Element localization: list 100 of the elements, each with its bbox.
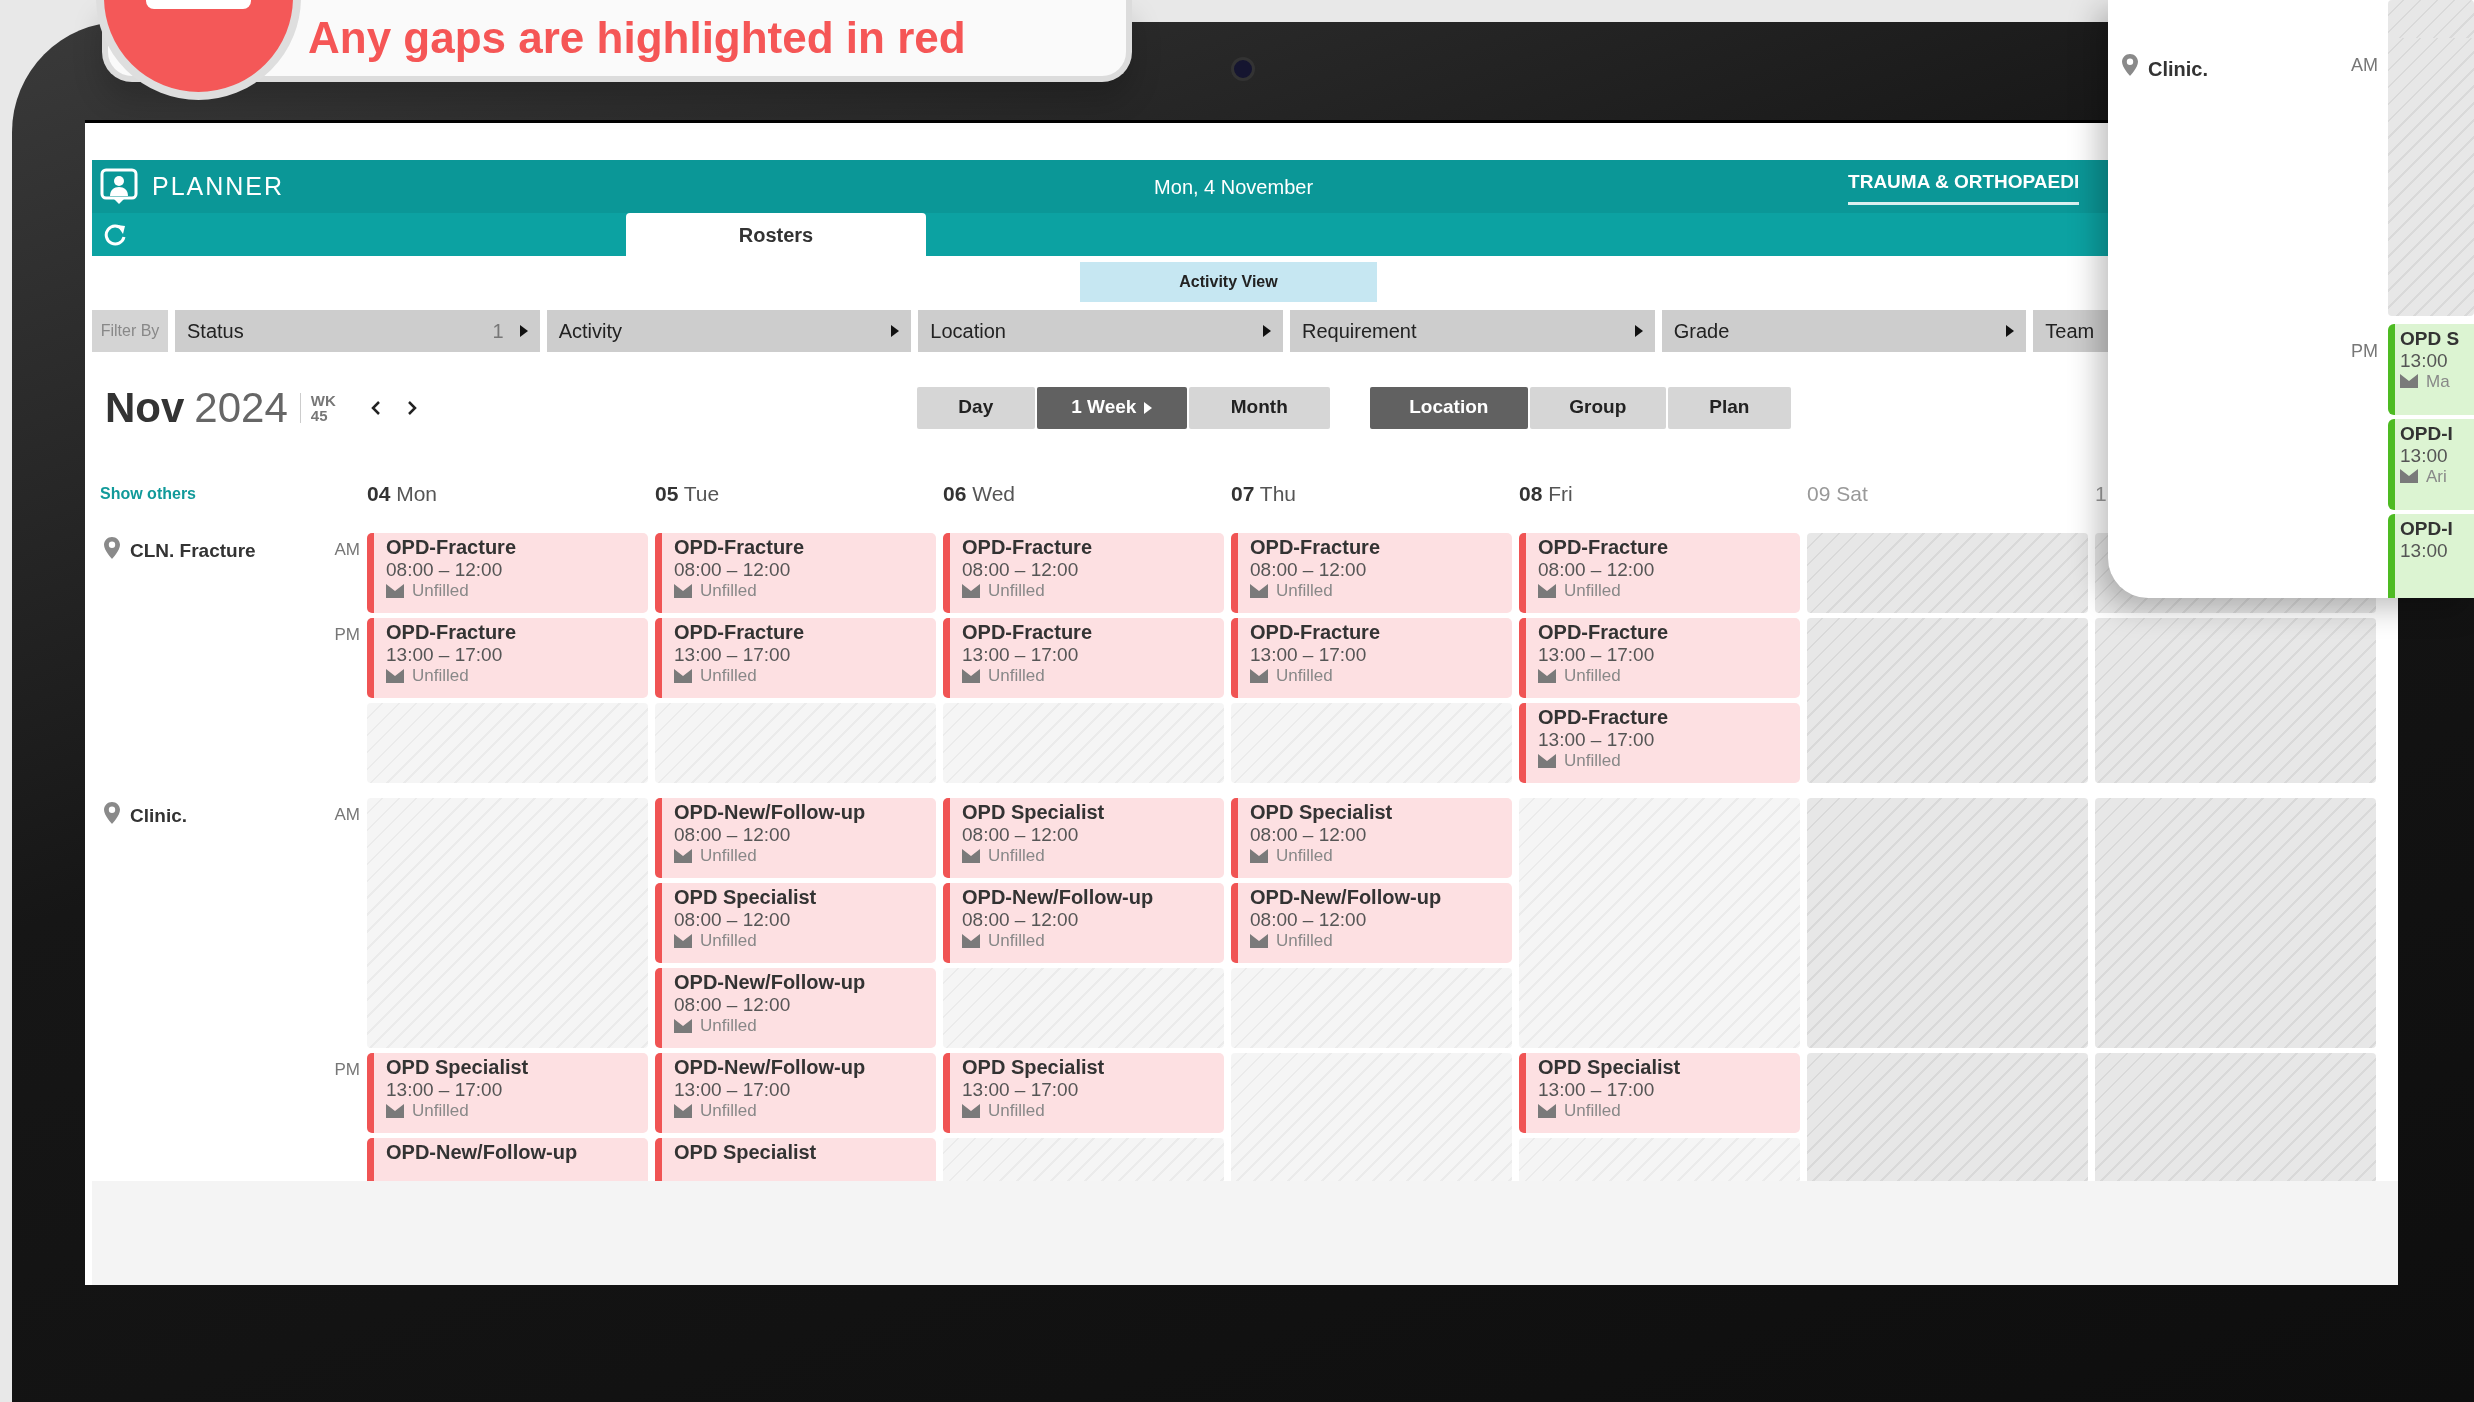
shift-card[interactable]: OPD S 13:00 Ma [2388, 324, 2474, 415]
shift-card[interactable]: OPD-New/Follow-up 08:00 – 12:00 Unfilled [943, 883, 1224, 963]
shift-title: OPD-Fracture [962, 536, 1094, 559]
day-header: 06 Wed [943, 481, 1016, 507]
shift-card[interactable]: OPD-Fracture 13:00 – 17:00 Unfilled [943, 618, 1224, 698]
envelope-icon [1538, 583, 1556, 598]
rosters-tab[interactable]: Rosters [626, 213, 926, 256]
envelope-icon [2400, 469, 2418, 484]
shift-status: Unfilled [988, 930, 1045, 951]
shift-card[interactable]: OPD-Fracture 08:00 – 12:00 Unfilled [1231, 533, 1512, 613]
shift-card[interactable]: OPD-New/Follow-up 13:00 – 17:00 Unfilled [655, 1053, 936, 1133]
shift-status: Unfilled [1564, 580, 1621, 601]
shift-status: Ma [2426, 371, 2450, 392]
next-button[interactable] [405, 399, 418, 416]
shift-title: OPD-I [2400, 423, 2454, 445]
shift-card[interactable]: OPD-Fracture 08:00 – 12:00 Unfilled [655, 533, 936, 613]
shift-time: 13:00 – 17:00 [1538, 644, 1656, 666]
location-name: CLN. Fracture [130, 539, 256, 563]
period-label: PM [2351, 341, 2378, 361]
shift-card[interactable]: OPD Specialist 13:00 – 17:00 Unfilled [367, 1053, 648, 1133]
shift-title: OPD Specialist [674, 886, 818, 909]
shift-card[interactable]: OPD-Fracture 08:00 – 12:00 Unfilled [943, 533, 1224, 613]
shift-card[interactable]: OPD-Fracture 13:00 – 17:00 Unfilled [1519, 618, 1800, 698]
shift-title: OPD-I [2400, 518, 2454, 540]
shift-status: Unfilled [1564, 1100, 1621, 1121]
shift-time: 08:00 – 12:00 [1250, 559, 1368, 581]
caret-icon [1144, 401, 1153, 414]
shift-card[interactable]: OPD-Fracture 13:00 – 17:00 Unfilled [367, 618, 648, 698]
group-by-button[interactable]: Plan [1667, 386, 1791, 429]
envelope-icon [674, 1103, 692, 1118]
department-tab[interactable]: TRAUMA & ORTHOPAEDI [1848, 167, 2080, 206]
shift-card[interactable]: OPD-New/Follow-up 08:00 – 12:00 Unfilled [1231, 883, 1512, 963]
group-by-button[interactable]: Group [1529, 386, 1666, 429]
refresh-icon[interactable] [104, 222, 128, 247]
location-name: Clinic. [2148, 57, 2208, 82]
day-header: 04 Mon [367, 481, 439, 507]
shift-time: 08:00 – 12:00 [1538, 559, 1656, 581]
shift-title: OPD-New/Follow-up [962, 886, 1155, 909]
envelope-icon [1250, 668, 1268, 683]
callout-text: Any gaps are highlighted in red [308, 12, 966, 64]
shift-card[interactable]: OPD-I 13:00 [2388, 514, 2474, 598]
shift-time: 13:00 – 17:00 [674, 1079, 792, 1101]
filter-dropdown[interactable]: Activity [546, 310, 912, 352]
shift-card[interactable]: OPD-Fracture 13:00 – 17:00 Unfilled [655, 618, 936, 698]
shift-card[interactable]: OPD-New/Follow-up 08:00 – 12:00 Unfilled [655, 968, 936, 1048]
shift-card[interactable]: OPD Specialist 08:00 – 12:00 Unfilled [1231, 798, 1512, 878]
shift-title: OPD S [2400, 328, 2461, 350]
shift-card[interactable]: OPD Specialist 13:00 – 17:00 Unfilled [943, 1053, 1224, 1133]
shift-title: OPD Specialist [962, 1056, 1106, 1079]
shift-status: Unfilled [1276, 930, 1333, 951]
envelope-icon [386, 668, 404, 683]
shift-card[interactable]: OPD-New/Follow-up [367, 1138, 648, 1181]
shift-time: 13:00 – 17:00 [1538, 1079, 1656, 1101]
view-button[interactable]: 1 Week [1036, 386, 1187, 429]
shift-title: OPD-Fracture [674, 536, 806, 559]
shift-card[interactable]: OPD-New/Follow-up 08:00 – 12:00 Unfilled [655, 798, 936, 878]
shift-card[interactable]: OPD Specialist 08:00 – 12:00 Unfilled [943, 798, 1224, 878]
shift-card[interactable]: OPD Specialist 13:00 – 17:00 Unfilled [1519, 1053, 1800, 1133]
envelope-icon [2400, 374, 2418, 389]
envelope-icon [674, 1018, 692, 1033]
caret-icon [1634, 325, 1643, 337]
shift-time: 08:00 – 12:00 [674, 824, 792, 846]
day-header: 07 Thu [1231, 481, 1297, 507]
shift-card[interactable]: OPD-Fracture 08:00 – 12:00 Unfilled [1519, 533, 1800, 613]
chevron-right-icon [405, 399, 418, 416]
shift-status: Unfilled [988, 665, 1045, 686]
shift-card[interactable]: OPD-Fracture 13:00 – 17:00 Unfilled [1519, 703, 1800, 783]
shift-time: 08:00 – 12:00 [674, 559, 792, 581]
shift-time: 13:00 – 17:00 [386, 644, 504, 666]
week-label: WK [310, 392, 336, 408]
shift-card[interactable]: OPD Specialist [655, 1138, 936, 1181]
shift-status: Unfilled [700, 1100, 757, 1121]
shift-card[interactable]: OPD Specialist 08:00 – 12:00 Unfilled [655, 883, 936, 963]
activity-view-button[interactable]: Activity View [1080, 262, 1377, 302]
filter-label: Filter By [92, 310, 168, 352]
shift-time: 13:00 [2400, 539, 2449, 562]
previous-button[interactable] [369, 399, 382, 416]
shift-card[interactable]: OPD-Fracture 08:00 – 12:00 Unfilled [367, 533, 648, 613]
shift-time: 08:00 – 12:00 [1250, 909, 1368, 931]
view-button[interactable]: Month [1188, 386, 1330, 429]
envelope-icon [1250, 933, 1268, 948]
shift-time: 08:00 – 12:00 [962, 559, 1080, 581]
shift-time: 13:00 – 17:00 [674, 644, 792, 666]
envelope-icon [1250, 848, 1268, 863]
shift-title: OPD-New/Follow-up [674, 801, 867, 824]
shift-card[interactable]: OPD-I 13:00 Ari [2388, 419, 2474, 510]
app-name: PLANNER [152, 170, 285, 202]
shift-title: OPD Specialist [1538, 1056, 1682, 1079]
shift-status: Unfilled [988, 580, 1045, 601]
callout-icon [146, 0, 251, 9]
period-label: AM [2351, 55, 2378, 75]
filter-dropdown[interactable]: Grade [1661, 310, 2027, 352]
filter-dropdown[interactable]: Status 1 [175, 310, 540, 352]
filter-dropdown[interactable]: Requirement [1290, 310, 1655, 352]
view-button[interactable]: Day [916, 386, 1035, 429]
filter-dropdown[interactable]: Location [918, 310, 1283, 352]
location-pin-icon [104, 802, 120, 824]
period-label: AM [334, 540, 360, 559]
group-by-button[interactable]: Location [1369, 386, 1528, 429]
shift-card[interactable]: OPD-Fracture 13:00 – 17:00 Unfilled [1231, 618, 1512, 698]
